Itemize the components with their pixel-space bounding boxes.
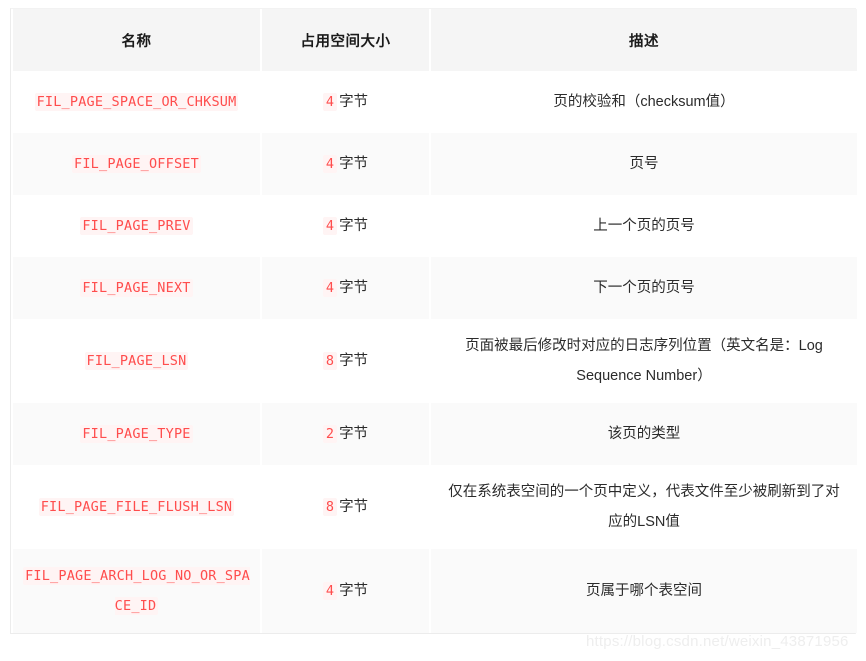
cell-field-size: 4 字节	[262, 195, 429, 257]
field-size-value: 4	[322, 279, 338, 297]
field-size-value: 4	[322, 582, 338, 600]
field-description-text: 仅在系统表空间的一个页中定义，代表文件至少被刷新到了对应的LSN值	[448, 484, 840, 530]
field-size-unit: 字节	[339, 353, 369, 369]
cell-field-size: 4 字节	[262, 549, 429, 633]
table-row: FIL_PAGE_ARCH_LOG_NO_OR_SPACE_ID 4 字节 页属于…	[13, 549, 857, 633]
field-description-text: 页的校验和（checksum值）	[553, 94, 735, 110]
field-name-code: FIL_PAGE_ARCH_LOG_NO_OR_SPACE_ID	[23, 567, 250, 615]
cell-field-description: 页属于哪个表空间	[431, 549, 857, 633]
field-name-code: FIL_PAGE_OFFSET	[72, 155, 201, 173]
column-header-size: 占用空间大小	[262, 9, 429, 71]
cell-field-description: 页号	[431, 133, 857, 195]
cell-field-size: 8 字节	[262, 465, 429, 549]
page-header-table-container: 名称 占用空间大小 描述 FIL_PAGE_SPACE_OR_CHKSUM 4字…	[10, 8, 859, 634]
field-description-text: 页面被最后修改时对应的日志序列位置（英文名是：Log Sequence Numb…	[465, 338, 823, 384]
table-row: FIL_PAGE_PREV 4 字节 上一个页的页号	[13, 195, 857, 257]
field-description-text: 下一个页的页号	[593, 280, 695, 296]
field-size-value: 4	[322, 217, 338, 235]
field-description-text: 上一个页的页号	[593, 218, 695, 234]
cell-field-name: FIL_PAGE_SPACE_OR_CHKSUM	[13, 71, 260, 133]
field-description-text: 页号	[629, 156, 659, 172]
column-header-name: 名称	[13, 9, 260, 71]
table-row: FIL_PAGE_LSN 8 字节 页面被最后修改时对应的日志序列位置（英文名是：…	[13, 319, 857, 403]
field-name-code: FIL_PAGE_FILE_FLUSH_LSN	[38, 498, 235, 516]
field-size-value: 8	[322, 352, 338, 370]
table-row: FIL_PAGE_NEXT 4 字节 下一个页的页号	[13, 257, 857, 319]
table-body: FIL_PAGE_SPACE_OR_CHKSUM 4 字节 页的校验和（check…	[13, 71, 857, 633]
table-row: FIL_PAGE_FILE_FLUSH_LSN 8 字节 仅在系统表空间的一个页中…	[13, 465, 857, 549]
table-header-row: 名称 占用空间大小 描述	[13, 9, 857, 71]
cell-field-name: FIL_PAGE_OFFSET	[13, 133, 260, 195]
table-row: FIL_PAGE_SPACE_OR_CHKSUM 4 字节 页的校验和（check…	[13, 71, 857, 133]
field-name-code: FIL_PAGE_LSN	[84, 352, 189, 370]
field-size-unit: 字节	[339, 94, 369, 110]
table-row: FIL_PAGE_OFFSET 4 字节 页号	[13, 133, 857, 195]
cell-field-size: 2 字节	[262, 403, 429, 465]
cell-field-name: FIL_PAGE_FILE_FLUSH_LSN	[13, 465, 260, 549]
cell-field-size: 4 字节	[262, 257, 429, 319]
cell-field-size: 4 字节	[262, 133, 429, 195]
field-size-value: 4	[322, 93, 338, 111]
cell-field-size: 4 字节	[262, 71, 429, 133]
cell-field-description: 该页的类型	[431, 403, 857, 465]
field-size-value: 2	[322, 425, 338, 443]
cell-field-name: FIL_PAGE_TYPE	[13, 403, 260, 465]
field-name-code: FIL_PAGE_SPACE_OR_CHKSUM	[34, 93, 239, 111]
field-size-value: 4	[322, 155, 338, 173]
field-size-unit: 字节	[339, 499, 369, 515]
cell-field-size: 8 字节	[262, 319, 429, 403]
cell-field-description: 上一个页的页号	[431, 195, 857, 257]
fil-page-header-table: 名称 占用空间大小 描述 FIL_PAGE_SPACE_OR_CHKSUM 4字…	[11, 9, 859, 633]
cell-field-name: FIL_PAGE_PREV	[13, 195, 260, 257]
cell-field-description: 下一个页的页号	[431, 257, 857, 319]
cell-field-description: 页面被最后修改时对应的日志序列位置（英文名是：Log Sequence Numb…	[431, 319, 857, 403]
cell-field-name: FIL_PAGE_LSN	[13, 319, 260, 403]
field-size-unit: 字节	[339, 583, 369, 599]
field-name-code: FIL_PAGE_NEXT	[80, 279, 193, 297]
csdn-watermark: https://blog.csdn.net/weixin_43871956	[586, 633, 849, 650]
column-header-description: 描述	[431, 9, 857, 71]
field-size-unit: 字节	[339, 280, 369, 296]
cell-field-description: 页的校验和（checksum值）	[431, 71, 857, 133]
field-size-unit: 字节	[339, 426, 369, 442]
field-description-text: 该页的类型	[607, 426, 681, 442]
table-header: 名称 占用空间大小 描述	[13, 9, 857, 71]
field-size-unit: 字节	[339, 218, 369, 234]
field-size-value: 8	[322, 498, 338, 516]
field-description-text: 页属于哪个表空间	[586, 583, 702, 599]
cell-field-name: FIL_PAGE_NEXT	[13, 257, 260, 319]
field-size-unit: 字节	[339, 156, 369, 172]
field-name-code: FIL_PAGE_TYPE	[80, 425, 193, 443]
table-row: FIL_PAGE_TYPE 2 字节 该页的类型	[13, 403, 857, 465]
cell-field-name: FIL_PAGE_ARCH_LOG_NO_OR_SPACE_ID	[13, 549, 260, 633]
cell-field-description: 仅在系统表空间的一个页中定义，代表文件至少被刷新到了对应的LSN值	[431, 465, 857, 549]
field-name-code: FIL_PAGE_PREV	[80, 217, 193, 235]
